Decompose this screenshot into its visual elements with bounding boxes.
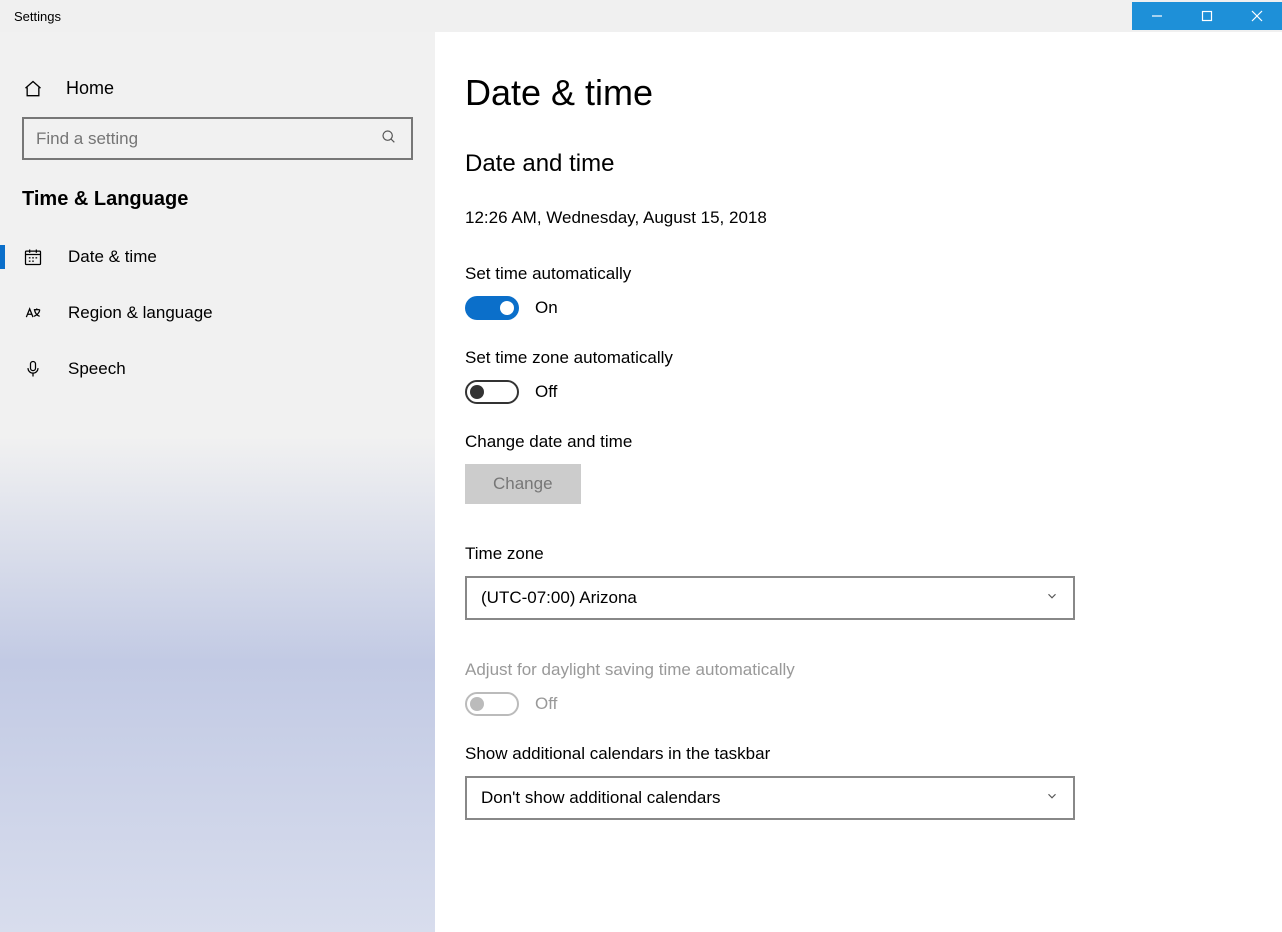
set-time-auto-row: On bbox=[465, 296, 1282, 320]
set-time-auto-state: On bbox=[535, 298, 558, 318]
minimize-button[interactable] bbox=[1132, 2, 1182, 30]
dst-block: Adjust for daylight saving time automati… bbox=[465, 660, 1282, 716]
additional-cal-label: Show additional calendars in the taskbar bbox=[465, 744, 1282, 764]
maximize-icon bbox=[1201, 10, 1213, 22]
language-icon bbox=[22, 303, 44, 323]
chevron-down-icon bbox=[1045, 588, 1059, 608]
dst-row: Off bbox=[465, 692, 1282, 716]
close-icon bbox=[1251, 10, 1263, 22]
set-time-auto-label: Set time automatically bbox=[465, 264, 1282, 284]
sidebar-item-label: Date & time bbox=[68, 247, 157, 267]
minimize-icon bbox=[1151, 10, 1163, 22]
timezone-value: (UTC-07:00) Arizona bbox=[481, 588, 637, 608]
close-button[interactable] bbox=[1232, 2, 1282, 30]
set-tz-auto-toggle[interactable] bbox=[465, 380, 519, 404]
home-icon bbox=[22, 79, 44, 99]
timezone-dropdown[interactable]: (UTC-07:00) Arizona bbox=[465, 576, 1075, 620]
page-title: Date & time bbox=[465, 72, 1282, 114]
set-tz-auto-state: Off bbox=[535, 382, 557, 402]
sidebar-item-date-time[interactable]: Date & time bbox=[0, 229, 435, 285]
sidebar: Home Time & Language Date & time Region … bbox=[0, 32, 435, 932]
timezone-block: Time zone (UTC-07:00) Arizona bbox=[465, 544, 1282, 620]
search-box[interactable] bbox=[22, 117, 413, 160]
additional-cal-value: Don't show additional calendars bbox=[481, 788, 721, 808]
chevron-down-icon bbox=[1045, 788, 1059, 808]
timezone-label: Time zone bbox=[465, 544, 1282, 564]
set-time-auto-toggle[interactable] bbox=[465, 296, 519, 320]
app-body: Home Time & Language Date & time Region … bbox=[0, 32, 1282, 932]
calendar-icon bbox=[22, 247, 44, 267]
maximize-button[interactable] bbox=[1182, 2, 1232, 30]
dst-state: Off bbox=[535, 694, 557, 714]
search-wrap bbox=[0, 117, 435, 188]
search-icon bbox=[367, 129, 411, 149]
current-datetime: 12:26 AM, Wednesday, August 15, 2018 bbox=[465, 208, 1282, 228]
category-title: Time & Language bbox=[0, 188, 435, 229]
change-button[interactable]: Change bbox=[465, 464, 581, 504]
change-dt-label: Change date and time bbox=[465, 432, 1282, 452]
additional-cal-dropdown[interactable]: Don't show additional calendars bbox=[465, 776, 1075, 820]
dst-label: Adjust for daylight saving time automati… bbox=[465, 660, 1282, 680]
dst-toggle bbox=[465, 692, 519, 716]
set-tz-auto-label: Set time zone automatically bbox=[465, 348, 1282, 368]
section-title: Date and time bbox=[465, 150, 1282, 178]
change-dt-block: Change date and time Change bbox=[465, 432, 1282, 504]
window-title: Settings bbox=[0, 9, 61, 24]
sidebar-item-speech[interactable]: Speech bbox=[0, 341, 435, 397]
home-label: Home bbox=[66, 78, 114, 99]
titlebar: Settings bbox=[0, 0, 1282, 32]
sidebar-item-region-language[interactable]: Region & language bbox=[0, 285, 435, 341]
sidebar-item-label: Speech bbox=[68, 359, 126, 379]
search-input[interactable] bbox=[24, 129, 367, 149]
window-controls bbox=[1132, 2, 1282, 30]
set-time-auto-block: Set time automatically On bbox=[465, 264, 1282, 320]
sidebar-item-label: Region & language bbox=[68, 303, 213, 323]
set-tz-auto-block: Set time zone automatically Off bbox=[465, 348, 1282, 404]
set-tz-auto-row: Off bbox=[465, 380, 1282, 404]
content: Date & time Date and time 12:26 AM, Wedn… bbox=[435, 32, 1282, 932]
additional-cal-block: Show additional calendars in the taskbar… bbox=[465, 744, 1282, 820]
microphone-icon bbox=[22, 359, 44, 379]
home-nav[interactable]: Home bbox=[0, 70, 435, 117]
